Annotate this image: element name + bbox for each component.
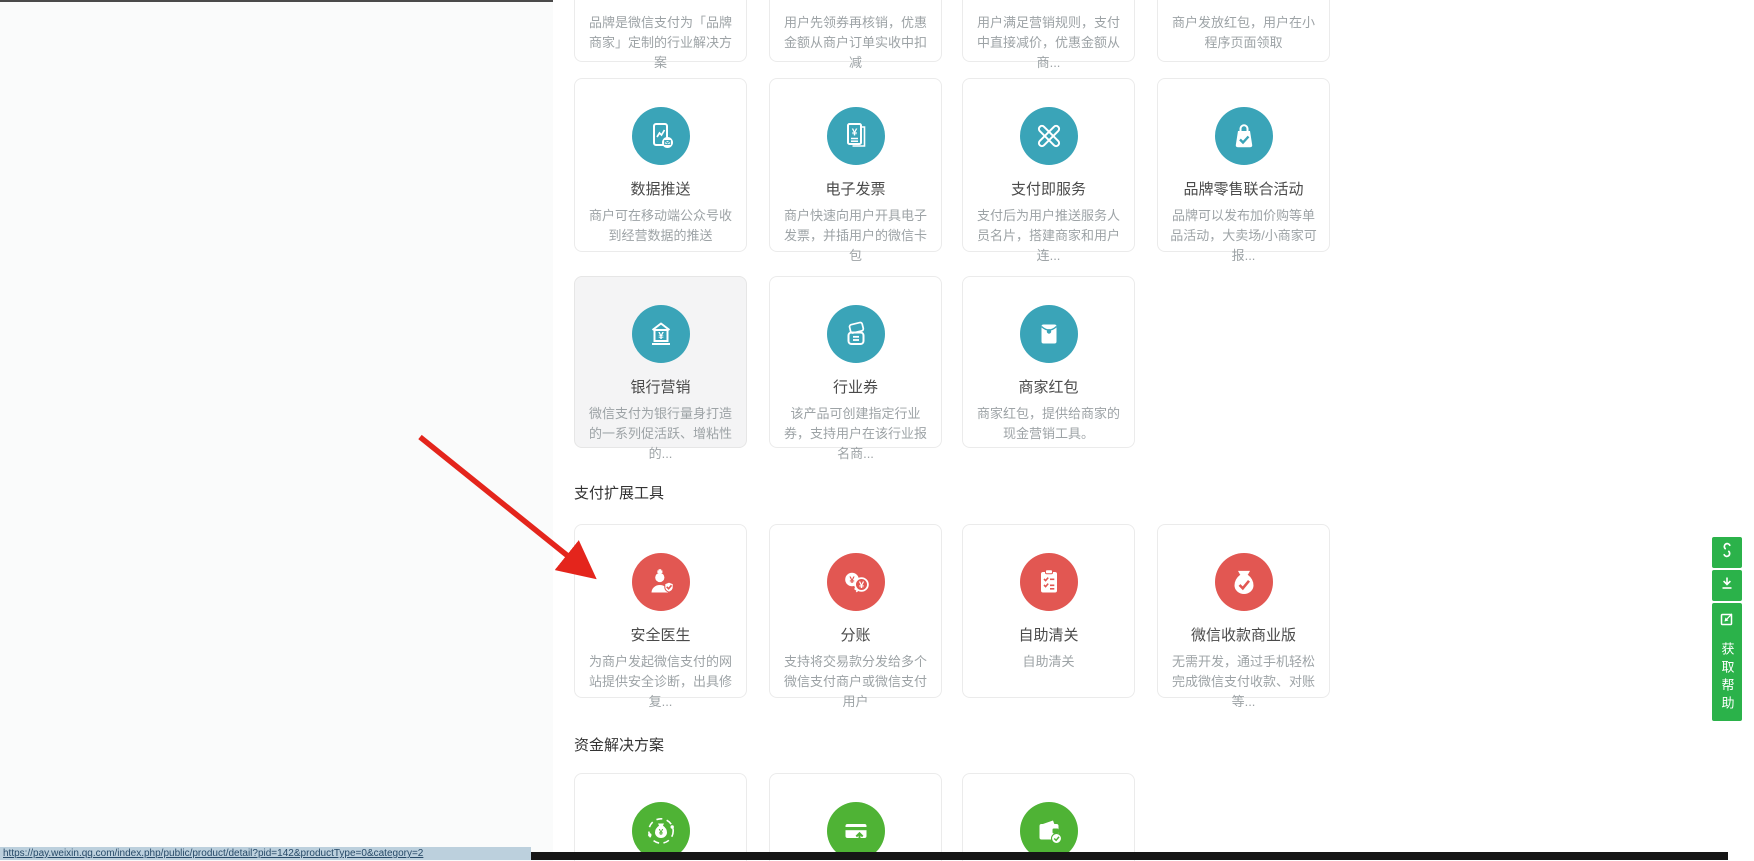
product-title: 数据推送 — [575, 178, 746, 199]
product-card-security-doctor[interactable]: 安全医生 为商户发起微信支付的网站提供安全诊断，出具修复... — [574, 524, 747, 698]
wechat-pay-products-page: 品牌是微信支付为「品牌商家」定制的行业解决方案 用户先领券再核销，优惠金额从商户… — [0, 0, 1754, 861]
product-card-bank-marketing[interactable]: ¥ 银行营销 微信支付为银行量身打造的一系列促活跃、增粘性的... — [574, 276, 747, 448]
product-desc: 支付后为用户推送服务人员名片，搭建商家和用户连... — [963, 206, 1134, 266]
product-desc: 商户可在移动端公众号收到经营数据的推送 — [575, 206, 746, 246]
product-title: 微信收款商业版 — [1158, 624, 1329, 645]
brand-retail-icon — [1215, 107, 1273, 165]
download-button[interactable] — [1712, 570, 1742, 601]
product-title: 电子发票 — [770, 178, 941, 199]
product-title: 行业券 — [770, 376, 941, 397]
product-card-wallet-settlement[interactable] — [962, 773, 1135, 861]
product-card-redpacket-grant[interactable]: 商户发放红包，用户在小程序页面领取 — [1157, 0, 1330, 62]
product-desc: 品牌是微信支付为「品牌商家」定制的行业解决方案 — [575, 13, 746, 73]
help-toolbar: 获取帮助 — [1712, 537, 1742, 723]
svg-text:¥: ¥ — [658, 331, 664, 342]
share-link-button[interactable] — [1712, 537, 1742, 568]
merchant-redpacket-icon — [1020, 305, 1078, 363]
product-title: 商家红包 — [963, 376, 1134, 397]
product-desc: 支持将交易款分发给多个微信支付商户或微信支付用户 — [770, 652, 941, 712]
product-card-wechat-collect-business[interactable]: 微信收款商业版 无需开发，通过手机轻松完成微信支付收款、对账等... — [1157, 524, 1330, 698]
product-title: 自助清关 — [963, 624, 1134, 645]
product-card-industry-coupon[interactable]: 行业券 该产品可创建指定行业券，支持用户在该行业报名商... — [769, 276, 942, 448]
bank-marketing-icon: ¥ — [632, 305, 690, 363]
product-card-brand-retail[interactable]: 品牌零售联合活动 品牌可以发布加价购等单品活动，大卖场/小商家可报... — [1157, 78, 1330, 252]
product-card-pay-discount[interactable]: 用户满足营销规则，支付中直接减价，优惠金额从商... — [962, 0, 1135, 62]
product-title: 分账 — [770, 624, 941, 645]
status-url-bubble: https://pay.weixin.qq.com/index.php/publ… — [0, 847, 531, 860]
product-desc: 用户先领券再核销，优惠金额从商户订单实收中扣减 — [770, 13, 941, 73]
product-desc: 商户快速向用户开具电子发票，并插用户的微信卡包 — [770, 206, 941, 266]
product-card-coupon-redeem[interactable]: 用户先领券再核销，优惠金额从商户订单实收中扣减 — [769, 0, 942, 62]
link-icon — [1719, 542, 1735, 563]
svg-text:¥: ¥ — [658, 828, 663, 837]
security-doctor-icon — [632, 553, 690, 611]
product-desc: 为商户发起微信支付的网站提供安全诊断，出具修复... — [575, 652, 746, 712]
product-desc: 该产品可创建指定行业券，支持用户在该行业报名商... — [770, 404, 941, 464]
profit-sharing-icon: ¥ ¥ — [827, 553, 885, 611]
product-desc: 商家红包，提供给商家的现金营销工具。 — [963, 404, 1134, 444]
pay-as-service-icon — [1020, 107, 1078, 165]
product-card-merchant-redpacket[interactable]: 商家红包 商家红包，提供给商家的现金营销工具。 — [962, 276, 1135, 448]
product-card-profit-sharing[interactable]: ¥ ¥ 分账 支持将交易款分发给多个微信支付商户或微信支付用户 — [769, 524, 942, 698]
product-card-e-invoice[interactable]: ¥ 电子发票 商户快速向用户开具电子发票，并插用户的微信卡包 — [769, 78, 942, 252]
product-card-pay-as-service[interactable]: 支付即服务 支付后为用户推送服务人员名片，搭建商家和用户连... — [962, 78, 1135, 252]
e-invoice-icon: ¥ — [827, 107, 885, 165]
product-desc: 无需开发，通过手机轻松完成微信支付收款、对账等... — [1158, 652, 1329, 712]
self-clearance-icon — [1020, 553, 1078, 611]
product-title: 支付即服务 — [963, 178, 1134, 199]
product-card-fund-circulation[interactable]: ¥ — [574, 773, 747, 861]
section-header-fund-solutions: 资金解决方案 — [574, 734, 664, 755]
product-title: 银行营销 — [575, 376, 746, 397]
get-help-label: 获取帮助 — [1718, 642, 1737, 714]
product-desc: 品牌可以发布加价购等单品活动，大卖场/小商家可报... — [1158, 206, 1329, 266]
product-desc: 自助清关 — [963, 652, 1134, 672]
svg-text:¥: ¥ — [858, 580, 864, 591]
product-card-card-withdraw[interactable] — [769, 773, 942, 861]
data-push-icon — [632, 107, 690, 165]
industry-coupon-icon — [827, 305, 885, 363]
svg-text:¥: ¥ — [851, 128, 857, 139]
section-header-payment-tools: 支付扩展工具 — [574, 482, 664, 503]
product-title: 品牌零售联合活动 — [1158, 178, 1329, 199]
download-icon — [1719, 575, 1735, 596]
product-desc: 商户发放红包，用户在小程序页面领取 — [1158, 13, 1329, 53]
product-title: 安全医生 — [575, 624, 746, 645]
wechat-collect-business-icon — [1215, 553, 1273, 611]
product-card-data-push[interactable]: 数据推送 商户可在移动端公众号收到经营数据的推送 — [574, 78, 747, 252]
feedback-icon — [1719, 611, 1735, 632]
get-help-button[interactable]: 获取帮助 — [1712, 603, 1742, 721]
product-card-brand-solution[interactable]: 品牌是微信支付为「品牌商家」定制的行业解决方案 — [574, 0, 747, 62]
product-desc: 用户满足营销规则，支付中直接减价，优惠金额从商... — [963, 13, 1134, 73]
product-desc: 微信支付为银行量身打造的一系列促活跃、增粘性的... — [575, 404, 746, 464]
product-card-self-clearance[interactable]: 自助清关 自助清关 — [962, 524, 1135, 698]
